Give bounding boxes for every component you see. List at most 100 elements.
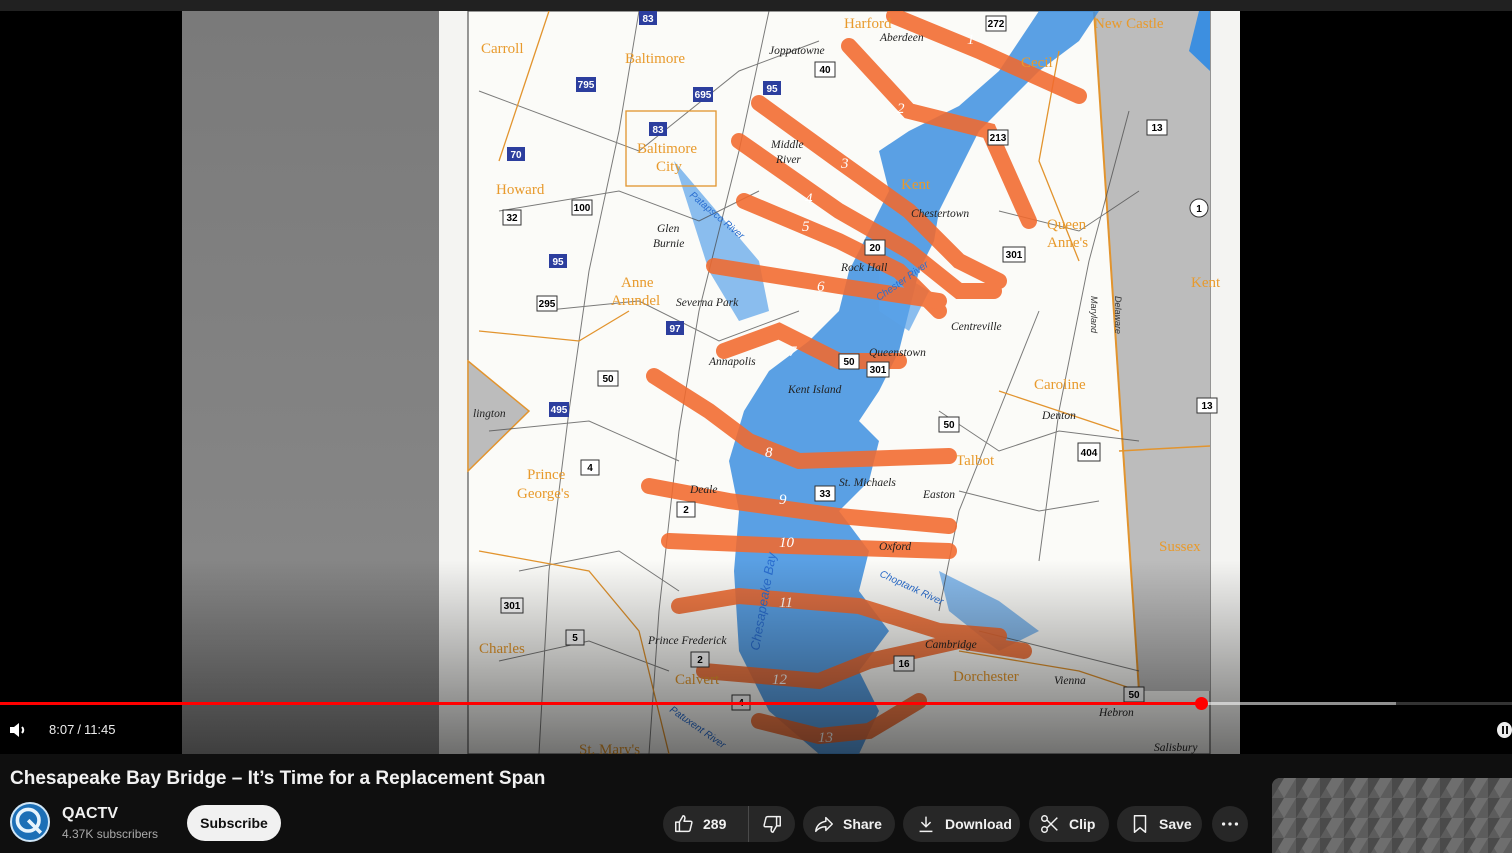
svg-text:Vienna: Vienna: [1054, 675, 1086, 687]
svg-text:50: 50: [602, 374, 614, 385]
svg-text:301: 301: [1006, 250, 1023, 261]
svg-text:95: 95: [552, 257, 564, 268]
time-separator: /: [77, 722, 81, 737]
download-label: Download: [945, 816, 1012, 832]
related-video-thumbnail[interactable]: [1272, 778, 1512, 853]
svg-text:Rock Hall: Rock Hall: [840, 262, 887, 274]
svg-text:50: 50: [1128, 690, 1140, 701]
svg-text:695: 695: [695, 90, 712, 101]
volume-icon[interactable]: [6, 718, 30, 742]
svg-text:Aberdeen: Aberdeen: [879, 32, 924, 44]
svg-text:Carroll: Carroll: [481, 41, 524, 57]
svg-text:Kent: Kent: [1191, 275, 1221, 291]
svg-text:Oxford: Oxford: [879, 541, 911, 553]
svg-text:Easton: Easton: [922, 489, 955, 501]
svg-text:495: 495: [551, 405, 568, 416]
save-button[interactable]: Save: [1117, 806, 1202, 842]
svg-text:Charles: Charles: [479, 641, 525, 657]
svg-text:Prince Frederick: Prince Frederick: [647, 635, 727, 647]
svg-text:97: 97: [669, 324, 681, 335]
download-icon: [919, 816, 933, 833]
svg-text:95: 95: [766, 84, 778, 95]
svg-text:4: 4: [587, 463, 593, 474]
svg-text:Cecil: Cecil: [1021, 55, 1053, 71]
svg-text:Howard: Howard: [496, 182, 545, 198]
svg-text:Centreville: Centreville: [951, 321, 1002, 333]
svg-text:Annapolis: Annapolis: [708, 356, 756, 368]
video-player[interactable]: 123 456 789 10 11 12 13 Carroll Baltimore Har…: [0, 0, 1512, 754]
svg-text:Chestertown: Chestertown: [911, 208, 969, 220]
share-label: Share: [843, 816, 882, 832]
svg-text:83: 83: [652, 125, 664, 136]
like-button[interactable]: 289: [663, 806, 749, 842]
pause-indicator-icon[interactable]: [1497, 722, 1512, 738]
like-dislike-group: 289: [663, 806, 795, 842]
current-time: 8:07: [49, 722, 75, 737]
progress-bar[interactable]: [0, 697, 1512, 710]
svg-text:2: 2: [697, 655, 703, 666]
svg-text:70: 70: [510, 150, 522, 161]
more-actions-button[interactable]: [1212, 806, 1248, 842]
svg-text:New Castle: New Castle: [1094, 16, 1164, 32]
svg-text:32: 32: [506, 213, 518, 224]
svg-text:Caroline: Caroline: [1034, 377, 1086, 393]
channel-avatar[interactable]: [10, 802, 50, 842]
svg-text:Joppatowne: Joppatowne: [769, 45, 825, 57]
svg-text:Middle: Middle: [770, 139, 804, 151]
svg-text:83: 83: [642, 14, 654, 25]
time-display: 8:07/11:45: [49, 722, 116, 737]
svg-text:20: 20: [869, 243, 881, 254]
like-count: 289: [703, 816, 727, 832]
svg-text:Anne: Anne: [621, 275, 654, 291]
svg-text:George's: George's: [517, 486, 570, 502]
svg-text:40: 40: [819, 65, 831, 76]
share-button[interactable]: Share: [803, 806, 895, 842]
svg-text:Severna Park: Severna Park: [676, 297, 739, 309]
svg-text:5: 5: [802, 219, 810, 235]
svg-text:Talbot: Talbot: [956, 453, 995, 469]
svg-text:Prince: Prince: [527, 467, 566, 483]
svg-text:100: 100: [574, 203, 591, 214]
svg-text:Kent Island: Kent Island: [787, 384, 842, 396]
thumbs-down-icon: [763, 815, 781, 833]
svg-text:City: City: [656, 159, 682, 175]
channel-name[interactable]: QACTV: [62, 805, 118, 823]
svg-text:295: 295: [539, 299, 556, 310]
svg-text:2: 2: [897, 101, 905, 117]
subscribe-button[interactable]: Subscribe: [187, 805, 281, 841]
svg-text:Harford: Harford: [844, 16, 892, 32]
svg-text:9: 9: [779, 492, 787, 508]
thumbs-up-icon: [675, 815, 693, 833]
svg-text:50: 50: [943, 420, 955, 431]
svg-text:Anne's: Anne's: [1047, 235, 1088, 251]
svg-text:301: 301: [504, 601, 521, 612]
svg-text:10: 10: [779, 535, 795, 551]
svg-text:St. Michaels: St. Michaels: [839, 477, 896, 489]
svg-text:301: 301: [870, 365, 887, 376]
player-controls: 8:07/11:45: [0, 712, 1512, 748]
download-button[interactable]: Download: [903, 806, 1020, 842]
svg-text:Cambridge: Cambridge: [925, 639, 977, 651]
svg-text:50: 50: [843, 357, 855, 368]
svg-text:Queen: Queen: [1047, 217, 1087, 233]
svg-text:Dorchester: Dorchester: [953, 669, 1019, 685]
svg-text:Calvert: Calvert: [675, 672, 720, 688]
chesapeake-map: 123 456 789 10111213 CarrollBaltimoreHar…: [439, 11, 1240, 754]
svg-text:River: River: [775, 154, 801, 166]
svg-text:33: 33: [819, 489, 831, 500]
svg-text:Baltimore: Baltimore: [637, 141, 697, 157]
svg-text:Kent: Kent: [901, 177, 931, 193]
subscriber-count: 4.37K subscribers: [62, 827, 159, 841]
svg-text:13: 13: [1201, 401, 1213, 412]
svg-text:lington: lington: [473, 408, 506, 420]
video-title: Chesapeake Bay Bridge – It’s Time for a …: [10, 768, 546, 789]
dislike-button[interactable]: [749, 806, 795, 842]
svg-text:8: 8: [765, 445, 773, 461]
svg-text:2: 2: [683, 505, 689, 516]
svg-text:Glen: Glen: [657, 223, 680, 235]
svg-text:13: 13: [1151, 123, 1163, 134]
svg-text:Denton: Denton: [1041, 410, 1076, 422]
clip-button[interactable]: Clip: [1029, 806, 1109, 842]
svg-text:Burnie: Burnie: [653, 238, 684, 250]
svg-text:1: 1: [967, 32, 975, 48]
